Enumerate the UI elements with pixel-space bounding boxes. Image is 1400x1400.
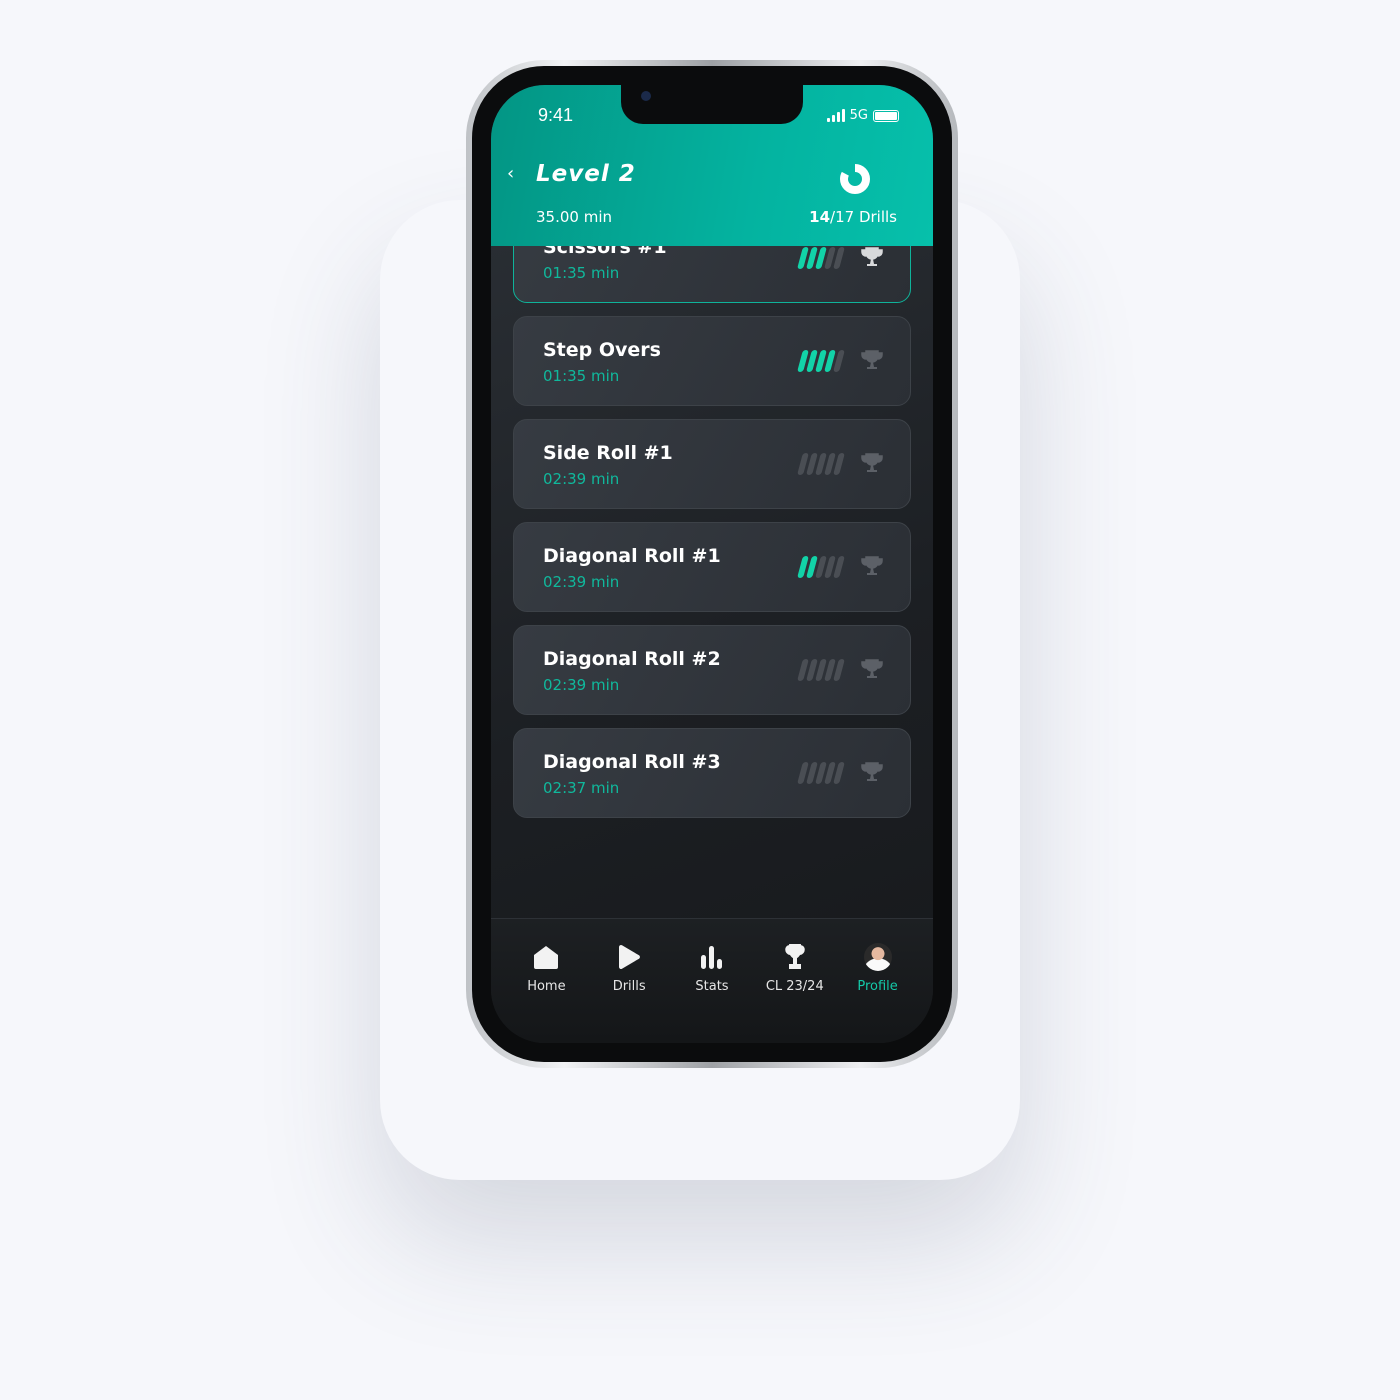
nav-drills[interactable]: Drills xyxy=(594,943,664,1043)
drill-name: Diagonal Roll #3 xyxy=(543,751,721,773)
nav-home[interactable]: Home xyxy=(511,943,581,1043)
drills-count: 14/17 Drills xyxy=(809,208,897,226)
nav-cl-23-24[interactable]: CL 23/24 xyxy=(760,943,830,1043)
drills-done: 14 xyxy=(809,208,831,226)
trophy-icon xyxy=(861,659,883,678)
drill-progress xyxy=(797,247,845,269)
avatar xyxy=(863,943,892,971)
bottom-nav: Home Drills Stats CL 23/24 Profile xyxy=(491,918,933,1043)
nav-label: CL 23/24 xyxy=(765,979,824,994)
home-icon xyxy=(533,943,559,971)
play-icon xyxy=(617,943,641,971)
trophy-icon xyxy=(861,350,883,369)
nav-label: Profile xyxy=(857,979,898,994)
drill-progress xyxy=(797,453,845,475)
trophy-icon xyxy=(861,453,883,472)
drill-name: Side Roll #1 xyxy=(543,442,673,464)
drill-list[interactable]: 01:28 min Scissors #1 01:35 min Step Ove… xyxy=(513,110,911,831)
drill-progress xyxy=(797,556,845,578)
phone-frame: 9:41 5G ‹ Level 2 35.00 min 14/17 Drills… xyxy=(466,60,958,1068)
nav-stats[interactable]: Stats xyxy=(677,943,747,1043)
status-time: 9:41 xyxy=(538,105,574,125)
signal-icon xyxy=(826,109,845,122)
camera xyxy=(641,91,651,101)
page-title: Level 2 xyxy=(536,161,636,187)
network-label: 5G xyxy=(849,108,868,123)
trophy-icon xyxy=(861,247,883,266)
progress-ring-icon xyxy=(840,164,870,194)
drill-time: 02:39 min xyxy=(543,470,620,488)
drill-name: Step Overs xyxy=(543,339,661,361)
nav-label: Drills xyxy=(612,979,646,994)
drill-card[interactable]: Diagonal Roll #2 02:39 min xyxy=(513,625,911,715)
drill-time: 01:35 min xyxy=(543,264,620,282)
notch xyxy=(621,85,803,124)
drill-card[interactable]: Diagonal Roll #3 02:37 min xyxy=(513,728,911,818)
drill-time: 02:39 min xyxy=(543,676,620,694)
drill-card[interactable]: Diagonal Roll #1 02:39 min xyxy=(513,522,911,612)
drill-name: Diagonal Roll #2 xyxy=(543,648,721,670)
drill-card[interactable]: Side Roll #1 02:39 min xyxy=(513,419,911,509)
trophy-icon xyxy=(861,762,883,781)
status-icons: 5G xyxy=(826,108,899,123)
screen: 9:41 5G ‹ Level 2 35.00 min 14/17 Drills… xyxy=(491,85,933,1043)
drill-progress xyxy=(797,659,845,681)
battery-icon xyxy=(873,109,899,122)
back-button[interactable]: ‹ xyxy=(507,163,514,184)
drill-time: 01:35 min xyxy=(543,367,620,385)
drill-progress xyxy=(797,762,845,784)
drill-time: 02:37 min xyxy=(543,779,620,797)
nav-label: Stats xyxy=(695,979,729,994)
stats-icon xyxy=(700,943,724,971)
level-duration: 35.00 min xyxy=(536,208,612,226)
drill-time: 02:39 min xyxy=(543,573,620,591)
trophy-icon xyxy=(861,556,883,575)
nav-profile[interactable]: Profile xyxy=(843,943,913,1043)
drill-progress xyxy=(797,350,845,372)
drills-total: /17 Drills xyxy=(830,208,897,226)
drill-card[interactable]: Step Overs 01:35 min xyxy=(513,316,911,406)
nav-label: Home xyxy=(527,979,566,994)
cup-icon xyxy=(784,943,806,971)
drill-name: Diagonal Roll #1 xyxy=(543,545,721,567)
